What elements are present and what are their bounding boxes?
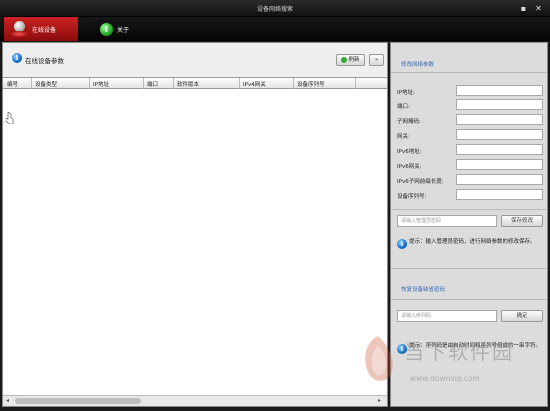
- serial-number-field[interactable]: [456, 189, 543, 200]
- column-header[interactable]: IP地址: [93, 80, 109, 88]
- column-header[interactable]: 软件版本: [177, 80, 199, 88]
- expand-button[interactable]: »: [369, 54, 384, 66]
- subnet-mask-field[interactable]: [456, 114, 543, 125]
- refresh-icon: [341, 56, 348, 63]
- gateway-field[interactable]: [456, 129, 543, 140]
- serial-code-input[interactable]: 请输入序列码: [397, 310, 497, 322]
- close-button[interactable]: ✕: [534, 4, 543, 13]
- horizontal-scrollbar[interactable]: ◂ ▸: [3, 395, 387, 406]
- column-header[interactable]: 设备类型: [35, 80, 57, 88]
- admin-password-input[interactable]: 请输入管理员密码: [397, 215, 497, 227]
- port-label: 端口:: [397, 104, 410, 110]
- tab-label: 关于: [117, 26, 130, 34]
- title-bar: 设备网络搜索 ▪ ✕: [0, 0, 550, 17]
- ipv6-prefix-label: IPv6子网前缀长度:: [397, 179, 444, 185]
- watermark-url: www.downxia.com: [410, 374, 480, 383]
- ipv6-gateway-label: IPv6网关:: [397, 164, 422, 170]
- online-devices-panel: i 在线设备参数 刷新 » 编号 设备类型 IP地址 端口 软件版本 IPv4网…: [2, 42, 388, 407]
- tab-bar: 在线设备 i 关于: [0, 17, 550, 41]
- scroll-left-icon[interactable]: ◂: [6, 397, 9, 404]
- column-header[interactable]: 设备序列号: [297, 80, 325, 88]
- save-button[interactable]: 保存修改: [501, 215, 543, 227]
- ip-label: IP地址:: [397, 90, 415, 96]
- refresh-button[interactable]: 刷新: [336, 54, 365, 66]
- column-header[interactable]: IPv4网关: [243, 80, 266, 88]
- ipv6-gateway-field[interactable]: [456, 159, 543, 170]
- info-icon: i: [100, 22, 113, 36]
- device-table[interactable]: 编号 设备类型 IP地址 端口 软件版本 IPv4网关 设备序列号: [3, 77, 387, 395]
- panel-header: i 在线设备参数 刷新 »: [3, 43, 387, 76]
- column-header[interactable]: 端口: [147, 80, 158, 88]
- serial-number-label: 设备序列号:: [397, 194, 427, 200]
- port-field[interactable]: [456, 99, 543, 110]
- scrollbar-thumb[interactable]: [15, 398, 141, 404]
- watermark: 当下软件园 www.downxia.com: [358, 330, 533, 400]
- password-tip: 提示：输入管理员密码，进行网络参数的修改保存。: [409, 239, 536, 245]
- section-title: 恢复设备缺省密码: [401, 287, 446, 293]
- tab-about[interactable]: i 关于: [94, 17, 154, 41]
- info-icon: i: [397, 239, 407, 249]
- mouse-cursor-icon: [6, 112, 14, 124]
- tab-online-devices[interactable]: 在线设备: [4, 17, 78, 41]
- watermark-text: 当下软件园: [404, 340, 514, 364]
- ipv6-prefix-field[interactable]: [456, 174, 543, 185]
- ipv6-address-label: IPv6地址:: [397, 149, 422, 155]
- section-title: 修改网络参数: [401, 62, 435, 68]
- info-icon: i: [12, 53, 22, 63]
- ipv6-address-field[interactable]: [456, 144, 543, 155]
- panel-title: 在线设备参数: [25, 57, 64, 65]
- gateway-label: 网关:: [397, 134, 410, 140]
- subnet-mask-label: 子网掩码:: [397, 119, 421, 125]
- watermark-logo-icon: [365, 336, 393, 381]
- window-title: 设备网络搜索: [256, 6, 293, 13]
- table-header: 编号 设备类型 IP地址 端口 软件版本 IPv4网关 设备序列号: [3, 78, 387, 89]
- column-header[interactable]: 编号: [7, 80, 18, 88]
- tab-label: 在线设备: [32, 26, 57, 34]
- minimize-button[interactable]: ▪: [519, 4, 528, 13]
- ip-field[interactable]: [456, 85, 543, 96]
- confirm-button[interactable]: 确定: [501, 310, 543, 322]
- network-device-icon: [10, 20, 28, 38]
- refresh-label: 刷新: [348, 57, 360, 63]
